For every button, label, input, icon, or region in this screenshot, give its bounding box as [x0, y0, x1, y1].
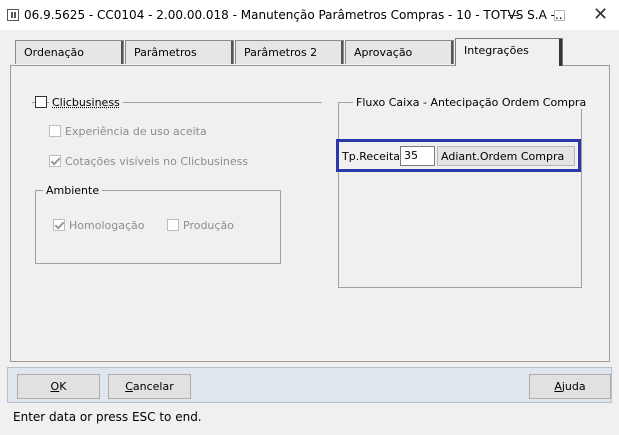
clicbusiness-checkbox[interactable]: [35, 96, 47, 108]
close-icon: ✕: [592, 4, 609, 25]
help-mnemonic: A: [554, 380, 562, 393]
ok-mnemonic: O: [50, 380, 60, 393]
close-button[interactable]: ✕: [582, 0, 619, 30]
help-label-rest: juda: [561, 380, 586, 393]
tab-ordenacao[interactable]: Ordenação: [15, 40, 124, 64]
tab-aprovacao[interactable]: Aprovação: [345, 40, 454, 64]
cotacoes-label: Cotações visíveis no Clicbusiness: [65, 155, 249, 168]
minimize-button[interactable]: [490, 0, 536, 30]
tab-label: Parâmetros 2: [244, 46, 318, 59]
fluxo-caixa-title: Fluxo Caixa - Antecipação Ordem Compra: [353, 96, 590, 109]
cancel-button[interactable]: Cancelar: [108, 374, 191, 399]
maximize-icon: [553, 9, 565, 21]
minimize-icon: [507, 14, 519, 16]
help-button[interactable]: Ajuda: [529, 374, 611, 399]
tp-receita-label: Tp.Receita:: [342, 150, 404, 163]
cancel-label-rest: ancelar: [132, 380, 174, 393]
fluxo-caixa-group: [338, 102, 582, 288]
tab-label: Aprovação: [354, 46, 413, 59]
tp-receita-description: Adiant.Ordem Compra: [437, 146, 575, 166]
title-bar: 06.9.5625 - CC0104 - 2.00.00.018 - Manut…: [0, 0, 619, 30]
tab-parametros-2[interactable]: Parâmetros 2: [235, 40, 344, 64]
maximize-button: [536, 0, 582, 30]
homologacao-label: Homologação: [69, 219, 145, 232]
tab-integracoes[interactable]: Integrações: [455, 38, 563, 66]
experiencia-checkbox: [49, 125, 61, 137]
cotacoes-checkbox: [49, 155, 61, 167]
ambiente-title: Ambiente: [43, 184, 103, 197]
homologacao-checkbox: [53, 219, 65, 231]
producao-label: Produção: [183, 219, 234, 232]
experiencia-label: Experiência de uso aceita: [65, 125, 207, 138]
tp-receita-input[interactable]: 35: [400, 146, 435, 166]
cancel-mnemonic: C: [125, 380, 133, 393]
window-title: 06.9.5625 - CC0104 - 2.00.00.018 - Manut…: [24, 8, 567, 22]
clicbusiness-label: Clicbusiness: [49, 96, 123, 109]
tab-label: Integrações: [464, 44, 529, 57]
tab-parametros[interactable]: Parâmetros: [125, 40, 234, 64]
producao-checkbox: [167, 219, 179, 231]
app-icon: [7, 9, 19, 21]
tab-label: Ordenação: [24, 46, 84, 59]
status-text: Enter data or press ESC to end.: [13, 410, 202, 424]
tab-label: Parâmetros: [134, 46, 197, 59]
ok-button[interactable]: OK: [17, 374, 100, 399]
ok-label-rest: K: [59, 380, 67, 393]
